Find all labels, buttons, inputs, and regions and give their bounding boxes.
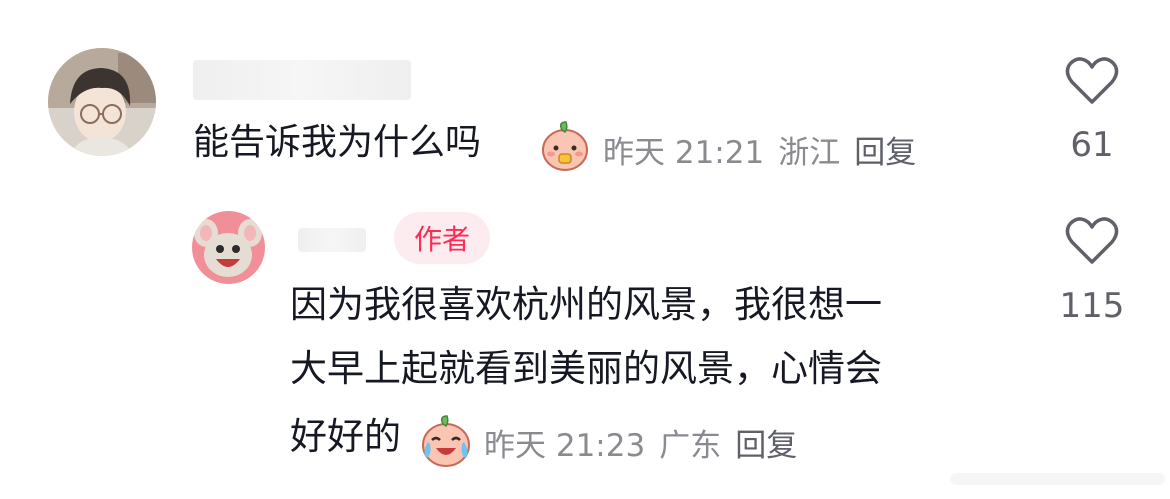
peach-eating-emoji-icon <box>538 118 592 172</box>
reply-location: 广东 <box>659 428 722 464</box>
comment-time: 昨天 21:21 <box>603 135 765 171</box>
peach-crying-laughing-emoji-icon <box>418 412 474 468</box>
author-badge: 作者 <box>394 212 490 264</box>
comment-thread: 能告诉我为什么吗 昨天 21:21 浙江 回复 61 作者 因为我很喜欢杭州的风… <box>0 0 1170 499</box>
like-button[interactable] <box>1064 56 1120 106</box>
comment-meta: 昨天 21:21 浙江 回复 <box>603 127 916 172</box>
reply-text-line-1: 因为我很喜欢杭州的风景，我很想一 <box>290 283 882 326</box>
author-name-redacted[interactable] <box>298 228 366 252</box>
reply-time: 昨天 21:23 <box>484 428 646 464</box>
comment-text: 能告诉我为什么吗 <box>193 122 482 163</box>
like-count: 115 <box>1059 286 1125 326</box>
commenter-avatar[interactable] <box>48 48 156 156</box>
reply-text-line-3: 好好的 <box>290 415 401 458</box>
reply-button[interactable]: 回复 <box>735 420 797 465</box>
heart-outline-icon <box>1065 57 1119 104</box>
commenter-name-redacted[interactable] <box>193 60 411 100</box>
author-avatar[interactable] <box>192 211 265 284</box>
watermark-icon <box>950 470 1165 488</box>
like-count: 61 <box>1070 125 1114 165</box>
heart-outline-icon <box>1065 217 1119 264</box>
comment-location: 浙江 <box>778 135 841 171</box>
reply-button[interactable]: 回复 <box>854 127 916 172</box>
reply-meta: 昨天 21:23 广东 回复 <box>484 420 797 465</box>
like-button[interactable] <box>1064 216 1120 266</box>
reply-text-line-2: 大早上起就看到美丽的风景，心情会 <box>290 347 882 390</box>
